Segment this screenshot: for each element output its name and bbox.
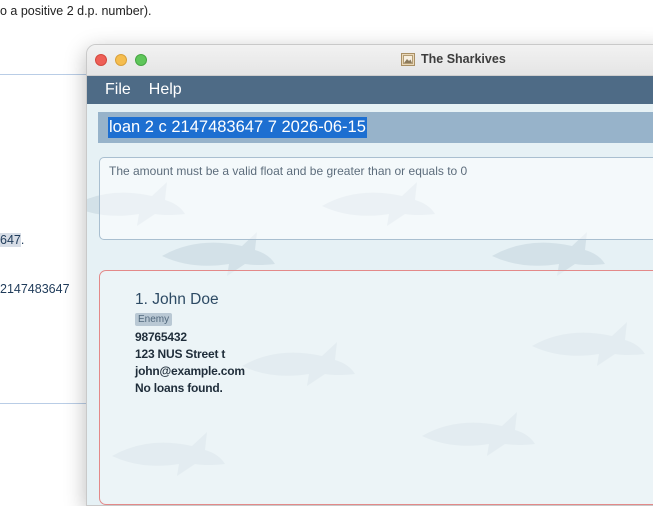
background-fragment-1: 647. [0, 233, 24, 247]
background-highlight: 647 [0, 233, 21, 247]
background-top-text: o a positive 2 d.p. number). [0, 4, 152, 18]
close-window-button[interactable] [95, 54, 107, 66]
minimize-window-button[interactable] [115, 54, 127, 66]
app-window: The Sharkives File Help loan 2 c 2147483… [86, 44, 653, 506]
person-card[interactable]: 1. John Doe Enemy 98765432 123 NUS Stree… [135, 291, 615, 395]
menu-file[interactable]: File [105, 81, 131, 99]
result-display[interactable]: The amount must be a valid float and be … [99, 157, 653, 240]
result-message: The amount must be a valid float and be … [109, 164, 468, 178]
menu-help[interactable]: Help [149, 81, 182, 99]
person-name: 1. John Doe [135, 291, 219, 308]
person-phone: 98765432 [135, 330, 187, 344]
background-divider [0, 74, 86, 75]
background-fragment-1-suffix: . [20, 233, 25, 247]
background-fragment-2: 2147483647 [0, 282, 70, 296]
person-address: 123 NUS Street t [135, 347, 226, 361]
zoom-window-button[interactable] [135, 54, 147, 66]
background-divider [0, 403, 86, 404]
person-tag: Enemy [135, 313, 173, 326]
command-box[interactable]: loan 2 c 2147483647 7 2026-06-15 [98, 112, 653, 143]
main-content: loan 2 c 2147483647 7 2026-06-15 The amo… [87, 104, 653, 505]
person-loans: No loans found. [135, 381, 223, 395]
command-input[interactable]: loan 2 c 2147483647 7 2026-06-15 [108, 117, 367, 138]
title-bar[interactable]: The Sharkives [87, 45, 653, 76]
window-title-text: The Sharkives [421, 52, 506, 66]
menu-bar: File Help [87, 76, 653, 104]
person-list-panel[interactable]: 1. John Doe Enemy 98765432 123 NUS Stree… [99, 270, 653, 505]
image-file-icon [401, 52, 415, 66]
person-email: john@example.com [135, 364, 245, 378]
window-title: The Sharkives [401, 52, 506, 66]
